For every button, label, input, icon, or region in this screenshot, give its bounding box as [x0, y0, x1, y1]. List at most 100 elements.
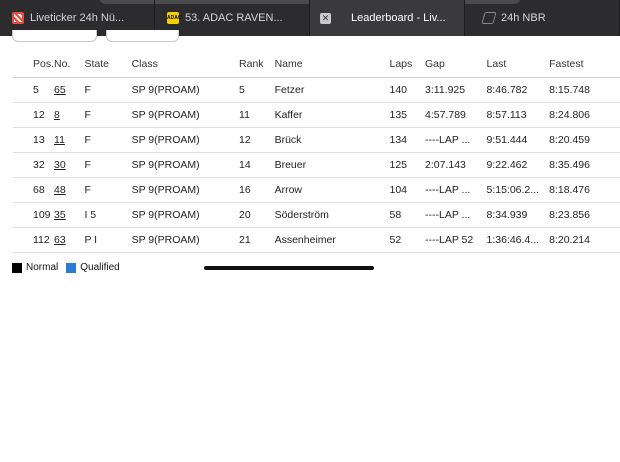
- cell-name: Brück: [274, 127, 390, 153]
- table-row[interactable]: 5 65 F SP 9(PROAM) 5 Fetzer 140 3:11.925 8:46.78…: [13, 77, 620, 103]
- tab-leaderboard[interactable]: ✕ Leaderboard - Liv...: [310, 0, 465, 36]
- legend-label: Qualified: [80, 262, 120, 273]
- cell-gap: ----LAP ...: [425, 202, 487, 228]
- filter-select-2[interactable]: [106, 30, 179, 42]
- filter-select-1[interactable]: [12, 30, 97, 42]
- tab-label: 53. ADAC RAVEN...: [185, 12, 283, 24]
- header-gap[interactable]: Gap: [425, 52, 487, 78]
- cell-laps: 52: [389, 227, 425, 253]
- tab-label: 24h NBR: [501, 12, 546, 24]
- cell-state: F: [84, 177, 132, 203]
- header-no[interactable]: No.: [54, 52, 85, 78]
- cell-fastest: 8:23.856: [549, 202, 620, 228]
- cell-state: I 5: [84, 202, 132, 228]
- cell-pos: 12: [13, 102, 55, 128]
- legend-qualified: Qualified: [66, 262, 120, 273]
- cell-rank: 16: [239, 177, 275, 203]
- header-class[interactable]: Class: [131, 52, 240, 78]
- cell-laps: 135: [389, 102, 425, 128]
- header-name[interactable]: Name: [274, 52, 390, 78]
- cell-no[interactable]: 8: [54, 102, 85, 128]
- cell-name: Assenheimer: [274, 227, 390, 253]
- cell-fastest: 8:18.476: [549, 177, 620, 203]
- cell-name: Fetzer: [274, 77, 390, 103]
- table-row[interactable]: 13 11 F SP 9(PROAM) 12 Brück 134 ----LAP ... 9:5…: [13, 127, 620, 153]
- table-row[interactable]: 109 35 I 5 SP 9(PROAM) 20 Söderström 58 ----LAP…: [13, 202, 620, 228]
- cell-pos: 112: [13, 227, 55, 253]
- cell-last: 9:22.462: [486, 152, 550, 178]
- cell-rank: 21: [239, 227, 275, 253]
- cell-no[interactable]: 48: [54, 177, 85, 203]
- header-state[interactable]: State: [84, 52, 132, 78]
- cell-laps: 134: [389, 127, 425, 153]
- cell-pos: 5: [13, 77, 55, 103]
- horizontal-scrollbar[interactable]: [204, 266, 374, 270]
- close-icon[interactable]: ✕: [320, 12, 331, 24]
- cell-no[interactable]: 11: [54, 127, 85, 153]
- tab-24h-nbr[interactable]: 24h NBR: [465, 0, 620, 36]
- cell-name: Breuer: [274, 152, 390, 178]
- cell-state: P I: [84, 227, 132, 253]
- cell-laps: 140: [389, 77, 425, 103]
- cell-no[interactable]: 63: [54, 227, 85, 253]
- legend-normal: Normal: [12, 262, 58, 273]
- cell-last: 1:36:46.4...: [486, 227, 550, 253]
- cell-fastest: 8:20.214: [549, 227, 620, 253]
- cell-rank: 14: [239, 152, 275, 178]
- cell-gap: ----LAP 52: [425, 227, 487, 253]
- legend-swatch-qualified: [66, 262, 77, 273]
- cell-name: Arrow: [274, 177, 390, 203]
- cell-class: SP 9(PROAM): [131, 127, 240, 153]
- adac-icon: ADAC: [167, 12, 181, 24]
- cell-no[interactable]: 30: [54, 152, 85, 178]
- cell-fastest: 8:35.496: [549, 152, 620, 178]
- cell-rank: 11: [239, 102, 275, 128]
- table-row[interactable]: 32 30 F SP 9(PROAM) 14 Breuer 125 2:07.143 9:22.…: [13, 152, 620, 178]
- checker-flag-icon: [12, 12, 24, 24]
- cell-pos: 13: [13, 127, 55, 153]
- cell-gap: ----LAP ...: [425, 177, 487, 203]
- table-row[interactable]: 12 8 F SP 9(PROAM) 11 Kaffer 135 4:57.789 8:57.1…: [13, 102, 620, 128]
- cell-laps: 104: [389, 177, 425, 203]
- header-rank[interactable]: Rank: [239, 52, 275, 78]
- legend-swatch-normal: [12, 262, 22, 273]
- cell-fastest: 8:15.748: [549, 77, 620, 103]
- leaderboard-table: Pos. No. State Class Rank Name Laps Gap …: [13, 52, 620, 253]
- cell-last: 9:51.444: [486, 127, 550, 153]
- cell-gap: 3:11.925: [425, 77, 487, 103]
- cell-laps: 125: [389, 152, 425, 178]
- cell-class: SP 9(PROAM): [131, 177, 240, 203]
- header-pos[interactable]: Pos.: [13, 52, 55, 78]
- table-row[interactable]: 68 48 F SP 9(PROAM) 16 Arrow 104 ----LAP ... 5:1…: [13, 177, 620, 203]
- cell-pos: 68: [13, 177, 55, 203]
- cell-last: 8:46.782: [486, 77, 550, 103]
- cell-name: Söderström: [274, 202, 390, 228]
- cell-class: SP 9(PROAM): [131, 102, 240, 128]
- cell-last: 8:34.939: [486, 202, 550, 228]
- legend: Normal Qualified: [12, 262, 128, 273]
- nbr-logo-icon: [481, 12, 497, 24]
- cell-gap: 2:07.143: [425, 152, 487, 178]
- cell-gap: ----LAP ...: [425, 127, 487, 153]
- tab-label: Liveticker 24h Nü...: [30, 12, 125, 24]
- table-header-row: Pos. No. State Class Rank Name Laps Gap …: [13, 52, 620, 78]
- cell-fastest: 8:20.459: [549, 127, 620, 153]
- cell-class: SP 9(PROAM): [131, 152, 240, 178]
- cell-fastest: 8:24.806: [549, 102, 620, 128]
- cell-no[interactable]: 65: [54, 77, 85, 103]
- cell-last: 8:57.113: [486, 102, 550, 128]
- browser-window: Liveticker 24h Nü... ADAC 53. ADAC RAVEN…: [0, 0, 620, 462]
- table-row[interactable]: 112 63 P I SP 9(PROAM) 21 Assenheimer 52 ----LA…: [13, 227, 620, 253]
- cell-name: Kaffer: [274, 102, 390, 128]
- tab-label: Leaderboard - Liv...: [351, 12, 446, 24]
- header-laps[interactable]: Laps: [389, 52, 425, 78]
- cell-rank: 20: [239, 202, 275, 228]
- header-last[interactable]: Last: [486, 52, 550, 78]
- legend-label: Normal: [26, 262, 59, 273]
- cell-no[interactable]: 35: [54, 202, 85, 228]
- cell-class: SP 9(PROAM): [131, 227, 240, 253]
- header-fastest[interactable]: Fastest: [549, 52, 620, 78]
- cell-rank: 5: [239, 77, 275, 103]
- cell-state: F: [84, 77, 132, 103]
- cell-gap: 4:57.789: [425, 102, 487, 128]
